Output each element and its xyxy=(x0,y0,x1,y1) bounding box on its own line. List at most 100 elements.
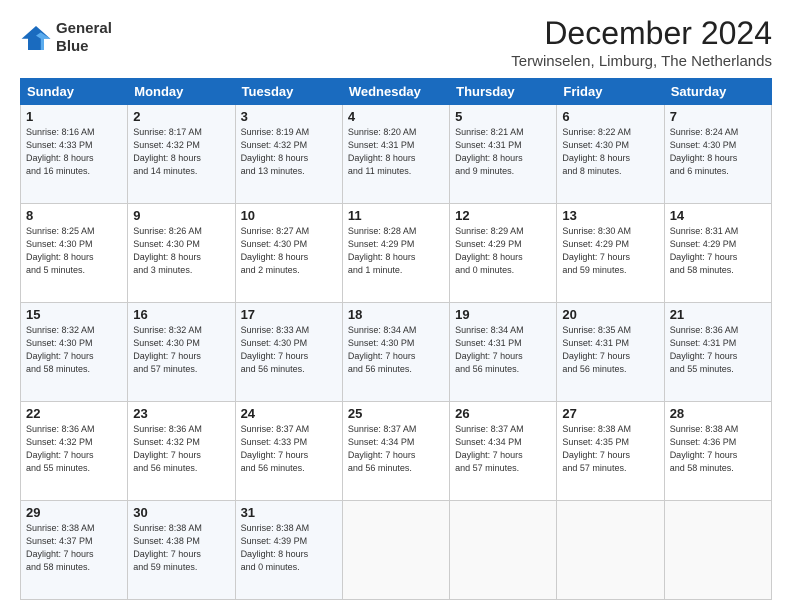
calendar-cell: 18Sunrise: 8:34 AMSunset: 4:30 PMDayligh… xyxy=(342,303,449,402)
calendar-cell: 10 Sunrise: 8:27 AMSunset: 4:30 PMDayligh… xyxy=(235,204,342,303)
calendar-table: SundayMondayTuesdayWednesdayThursdayFrid… xyxy=(20,78,772,600)
day-number: 24 xyxy=(241,406,337,421)
calendar-cell: 22Sunrise: 8:36 AMSunset: 4:32 PMDayligh… xyxy=(21,402,128,501)
calendar-cell: 1 Sunrise: 8:16 AMSunset: 4:33 PMDaylight… xyxy=(21,105,128,204)
day-info: Sunrise: 8:27 AMSunset: 4:30 PMDaylight:… xyxy=(241,225,337,277)
day-info: Sunrise: 8:32 AMSunset: 4:30 PMDaylight:… xyxy=(133,324,229,376)
day-number: 29 xyxy=(26,505,122,520)
calendar-cell: 9 Sunrise: 8:26 AMSunset: 4:30 PMDaylight… xyxy=(128,204,235,303)
day-info: Sunrise: 8:16 AMSunset: 4:33 PMDaylight:… xyxy=(26,126,122,178)
day-number: 21 xyxy=(670,307,766,322)
calendar-cell: 16 Sunrise: 8:32 AMSunset: 4:30 PMDayligh… xyxy=(128,303,235,402)
calendar-cell: 27 Sunrise: 8:38 AMSunset: 4:35 PMDayligh… xyxy=(557,402,664,501)
day-info: Sunrise: 8:26 AMSunset: 4:30 PMDaylight:… xyxy=(133,225,229,277)
day-number: 2 xyxy=(133,109,229,124)
calendar-cell: 15 Sunrise: 8:32 AMSunset: 4:30 PMDayligh… xyxy=(21,303,128,402)
day-number: 4 xyxy=(348,109,444,124)
day-info: Sunrise: 8:36 AMSunset: 4:32 PMDaylight:… xyxy=(133,423,229,475)
day-number: 14 xyxy=(670,208,766,223)
day-info: Sunrise: 8:33 AMSunset: 4:30 PMDaylight:… xyxy=(241,324,337,376)
main-title: December 2024 xyxy=(511,16,772,51)
calendar-week-row: 15 Sunrise: 8:32 AMSunset: 4:30 PMDayligh… xyxy=(21,303,772,402)
calendar-cell xyxy=(664,501,771,600)
day-number: 13 xyxy=(562,208,658,223)
day-info: Sunrise: 8:24 AMSunset: 4:30 PMDaylight:… xyxy=(670,126,766,178)
logo-line2: Blue xyxy=(56,38,89,55)
day-info: Sunrise: 8:38 AMSunset: 4:38 PMDaylight:… xyxy=(133,522,229,574)
day-info: Sunrise: 8:34 AMSunset: 4:30 PMDaylight:… xyxy=(348,324,444,376)
day-info: Sunrise: 8:36 AMSunset: 4:31 PMDaylight:… xyxy=(670,324,766,376)
calendar-cell: 21 Sunrise: 8:36 AMSunset: 4:31 PMDayligh… xyxy=(664,303,771,402)
day-info: Sunrise: 8:37 AMSunset: 4:34 PMDaylight:… xyxy=(348,423,444,475)
day-number: 15 xyxy=(26,307,122,322)
calendar-header-saturday: Saturday xyxy=(664,79,771,105)
calendar-cell: 4 Sunrise: 8:20 AMSunset: 4:31 PMDaylight… xyxy=(342,105,449,204)
day-info: Sunrise: 8:37 AMSunset: 4:33 PMDaylight:… xyxy=(241,423,337,475)
day-number: 23 xyxy=(133,406,229,421)
day-number: 10 xyxy=(241,208,337,223)
calendar-cell: 25 Sunrise: 8:37 AMSunset: 4:34 PMDayligh… xyxy=(342,402,449,501)
calendar-cell: 13Sunrise: 8:30 AMSunset: 4:29 PMDayligh… xyxy=(557,204,664,303)
day-info: Sunrise: 8:38 AMSunset: 4:39 PMDaylight:… xyxy=(241,522,337,574)
calendar-header-row: SundayMondayTuesdayWednesdayThursdayFrid… xyxy=(21,79,772,105)
calendar-cell: 5Sunrise: 8:21 AMSunset: 4:31 PMDaylight… xyxy=(450,105,557,204)
day-info: Sunrise: 8:35 AMSunset: 4:31 PMDaylight:… xyxy=(562,324,658,376)
day-info: Sunrise: 8:20 AMSunset: 4:31 PMDaylight:… xyxy=(348,126,444,178)
calendar-cell: 29 Sunrise: 8:38 AMSunset: 4:37 PMDayligh… xyxy=(21,501,128,600)
calendar-cell xyxy=(450,501,557,600)
calendar-cell: 31 Sunrise: 8:38 AMSunset: 4:39 PMDayligh… xyxy=(235,501,342,600)
header: General Blue December 2024 Terwinselen, … xyxy=(20,16,772,70)
day-info: Sunrise: 8:32 AMSunset: 4:30 PMDaylight:… xyxy=(26,324,122,376)
logo-icon xyxy=(20,24,52,52)
calendar-cell: 8Sunrise: 8:25 AMSunset: 4:30 PMDaylight… xyxy=(21,204,128,303)
day-number: 31 xyxy=(241,505,337,520)
day-info: Sunrise: 8:37 AMSunset: 4:34 PMDaylight:… xyxy=(455,423,551,475)
day-info: Sunrise: 8:36 AMSunset: 4:32 PMDaylight:… xyxy=(26,423,122,475)
calendar-cell: 30 Sunrise: 8:38 AMSunset: 4:38 PMDayligh… xyxy=(128,501,235,600)
page: General Blue December 2024 Terwinselen, … xyxy=(0,0,792,612)
day-number: 25 xyxy=(348,406,444,421)
calendar-week-row: 22Sunrise: 8:36 AMSunset: 4:32 PMDayligh… xyxy=(21,402,772,501)
calendar-cell: 23 Sunrise: 8:36 AMSunset: 4:32 PMDayligh… xyxy=(128,402,235,501)
day-number: 30 xyxy=(133,505,229,520)
day-number: 26 xyxy=(455,406,551,421)
logo-text: General Blue xyxy=(56,20,112,56)
day-info: Sunrise: 8:38 AMSunset: 4:35 PMDaylight:… xyxy=(562,423,658,475)
calendar-cell: 2 Sunrise: 8:17 AMSunset: 4:32 PMDaylight… xyxy=(128,105,235,204)
day-number: 1 xyxy=(26,109,122,124)
calendar-cell: 26 Sunrise: 8:37 AMSunset: 4:34 PMDayligh… xyxy=(450,402,557,501)
calendar-cell: 20Sunrise: 8:35 AMSunset: 4:31 PMDayligh… xyxy=(557,303,664,402)
day-info: Sunrise: 8:38 AMSunset: 4:37 PMDaylight:… xyxy=(26,522,122,574)
calendar-cell: 7 Sunrise: 8:24 AMSunset: 4:30 PMDaylight… xyxy=(664,105,771,204)
day-number: 9 xyxy=(133,208,229,223)
calendar-cell: 24 Sunrise: 8:37 AMSunset: 4:33 PMDayligh… xyxy=(235,402,342,501)
calendar-header-monday: Monday xyxy=(128,79,235,105)
day-number: 27 xyxy=(562,406,658,421)
calendar-cell: 17 Sunrise: 8:33 AMSunset: 4:30 PMDayligh… xyxy=(235,303,342,402)
calendar-cell: 14Sunrise: 8:31 AMSunset: 4:29 PMDayligh… xyxy=(664,204,771,303)
title-block: December 2024 Terwinselen, Limburg, The … xyxy=(511,16,772,70)
calendar-header-friday: Friday xyxy=(557,79,664,105)
calendar-cell xyxy=(342,501,449,600)
day-info: Sunrise: 8:28 AMSunset: 4:29 PMDaylight:… xyxy=(348,225,444,277)
day-number: 16 xyxy=(133,307,229,322)
day-number: 6 xyxy=(562,109,658,124)
day-number: 7 xyxy=(670,109,766,124)
calendar-cell: 28Sunrise: 8:38 AMSunset: 4:36 PMDayligh… xyxy=(664,402,771,501)
calendar-header-tuesday: Tuesday xyxy=(235,79,342,105)
logo-line1: General xyxy=(56,20,112,37)
calendar-cell: 11Sunrise: 8:28 AMSunset: 4:29 PMDayligh… xyxy=(342,204,449,303)
calendar-cell xyxy=(557,501,664,600)
calendar-header-thursday: Thursday xyxy=(450,79,557,105)
day-number: 19 xyxy=(455,307,551,322)
calendar-header-wednesday: Wednesday xyxy=(342,79,449,105)
day-info: Sunrise: 8:19 AMSunset: 4:32 PMDaylight:… xyxy=(241,126,337,178)
day-info: Sunrise: 8:17 AMSunset: 4:32 PMDaylight:… xyxy=(133,126,229,178)
calendar-week-row: 29 Sunrise: 8:38 AMSunset: 4:37 PMDayligh… xyxy=(21,501,772,600)
day-number: 17 xyxy=(241,307,337,322)
day-number: 8 xyxy=(26,208,122,223)
calendar-week-row: 8Sunrise: 8:25 AMSunset: 4:30 PMDaylight… xyxy=(21,204,772,303)
day-info: Sunrise: 8:29 AMSunset: 4:29 PMDaylight:… xyxy=(455,225,551,277)
calendar-week-row: 1 Sunrise: 8:16 AMSunset: 4:33 PMDaylight… xyxy=(21,105,772,204)
day-number: 28 xyxy=(670,406,766,421)
